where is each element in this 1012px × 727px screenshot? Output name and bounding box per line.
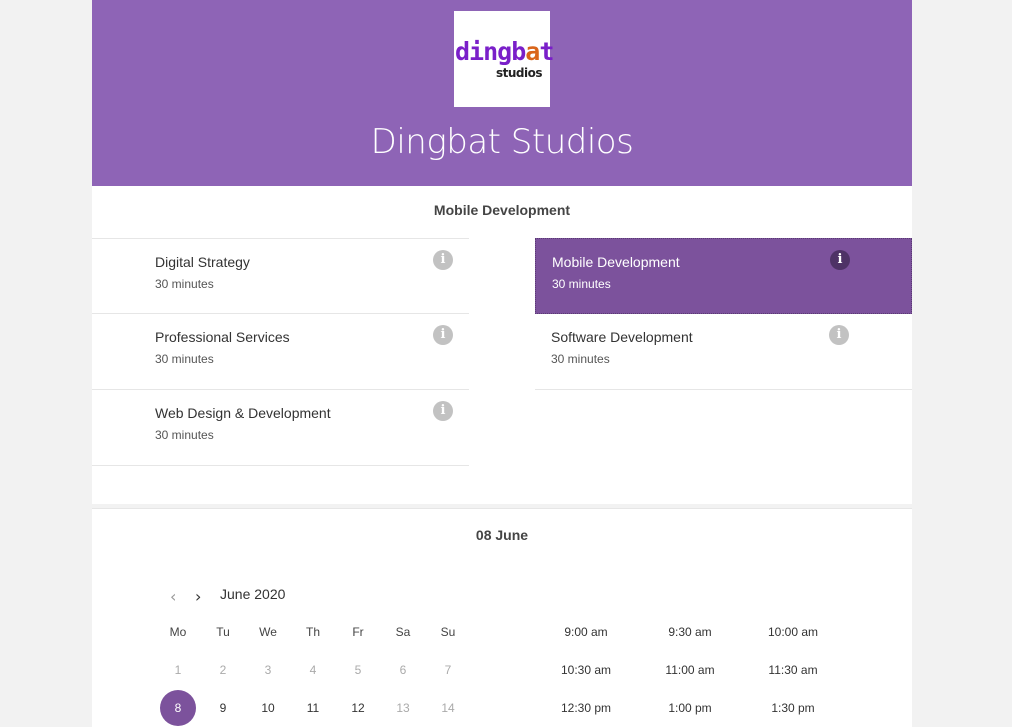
calendar-day: 13 [396, 701, 410, 715]
calendar-day-selected[interactable]: 8 [160, 690, 196, 726]
service-duration: 30 minutes [155, 277, 214, 291]
time-slot[interactable]: 1:30 pm [748, 701, 838, 715]
service-duration: 30 minutes [551, 352, 610, 366]
info-icon[interactable]: i [433, 250, 453, 270]
weekday-label: Tu [216, 625, 230, 639]
logo-text-sub: studios [496, 66, 543, 80]
time-slot[interactable]: 12:30 pm [541, 701, 631, 715]
service-item-mobile-development[interactable]: Mobile Development 30 minutes i [535, 238, 912, 314]
selected-date-title: 08 June [475, 527, 529, 543]
calendar-day[interactable]: 9 [203, 701, 243, 715]
info-icon[interactable]: i [829, 325, 849, 345]
time-slot[interactable]: 9:00 am [541, 625, 631, 639]
calendar-day: 1 [174, 663, 182, 677]
weekday-label: We [259, 625, 277, 639]
service-item-web-design-development[interactable]: Web Design & Development 30 minutes i [92, 390, 469, 466]
logo-text-main: dingbat [455, 37, 554, 66]
calendar-day[interactable]: 12 [338, 701, 378, 715]
service-item-digital-strategy[interactable]: Digital Strategy 30 minutes i [92, 238, 469, 314]
service-duration: 30 minutes [155, 428, 214, 442]
info-icon[interactable]: i [433, 401, 453, 421]
time-slot[interactable]: 9:30 am [645, 625, 735, 639]
service-name: Professional Services [155, 329, 290, 345]
service-name: Software Development [551, 329, 693, 345]
weekday-label: Fr [352, 625, 364, 639]
service-item-professional-services[interactable]: Professional Services 30 minutes i [92, 314, 469, 390]
service-name: Mobile Development [552, 254, 680, 270]
weekday-label: Su [440, 625, 456, 639]
info-icon[interactable]: i [433, 325, 453, 345]
month-label: June 2020 [220, 586, 286, 602]
time-slot[interactable]: 10:00 am [748, 625, 838, 639]
calendar-day: 6 [399, 663, 407, 677]
business-header: dingbat studios Dingbat Studios [92, 0, 912, 186]
calendar-day[interactable]: 10 [248, 701, 288, 715]
service-item-software-development[interactable]: Software Development 30 minutes i [535, 314, 912, 390]
calendar-day: 2 [219, 663, 227, 677]
service-duration: 30 minutes [155, 352, 214, 366]
service-name: Web Design & Development [155, 405, 331, 421]
chevron-right-icon[interactable]: › [195, 587, 201, 606]
selected-service-title: Mobile Development [433, 202, 571, 218]
weekday-label: Mo [169, 625, 187, 639]
time-slot[interactable]: 11:30 am [748, 663, 838, 677]
time-slot[interactable]: 10:30 am [541, 663, 631, 677]
booking-page: dingbat studios Dingbat Studios Mobile D… [92, 0, 912, 727]
service-name: Digital Strategy [155, 254, 250, 270]
weekday-label: Sa [395, 625, 411, 639]
calendar-day: 3 [264, 663, 272, 677]
time-slot[interactable]: 1:00 pm [645, 701, 735, 715]
business-logo: dingbat studios [454, 11, 554, 107]
service-duration: 30 minutes [552, 277, 611, 291]
calendar-day: 4 [309, 663, 317, 677]
info-icon[interactable]: i [830, 250, 850, 270]
business-name: Dingbat Studios [370, 122, 634, 162]
service-panel: Mobile Development Digital Strategy 30 m… [92, 186, 912, 504]
calendar-day[interactable]: 11 [293, 701, 333, 715]
date-time-panel: 08 June ‹ › June 2020 Mo Tu We Th Fr Sa … [92, 508, 912, 727]
weekday-label: Th [305, 625, 320, 639]
calendar-day: 5 [354, 663, 362, 677]
chevron-left-icon[interactable]: ‹ [170, 587, 176, 606]
calendar-day: 7 [444, 663, 452, 677]
time-slot[interactable]: 11:00 am [645, 663, 735, 677]
calendar-day: 14 [441, 701, 455, 715]
